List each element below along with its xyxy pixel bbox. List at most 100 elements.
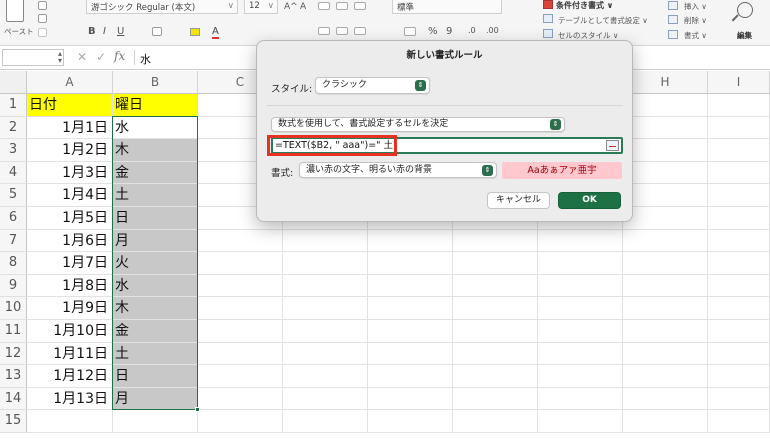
- borders-icon[interactable]: [152, 27, 162, 36]
- cell-d7[interactable]: [283, 229, 368, 253]
- cell-i1[interactable]: [708, 94, 770, 117]
- cell-g13[interactable]: [538, 365, 623, 388]
- delete-cells-button[interactable]: 削除 ∨: [684, 15, 707, 26]
- cell-h7[interactable]: [623, 229, 708, 253]
- column-header-i[interactable]: I: [708, 71, 770, 94]
- cell-e8[interactable]: [368, 252, 453, 275]
- cell-e15[interactable]: [368, 410, 453, 433]
- cell-b10[interactable]: 木: [113, 297, 198, 320]
- row-header-7[interactable]: 7: [0, 229, 27, 253]
- cell-b13[interactable]: 日: [113, 365, 198, 388]
- cell-i10[interactable]: [708, 297, 770, 320]
- cell-a12[interactable]: 1月11日: [27, 342, 113, 366]
- cell-b14[interactable]: 月: [113, 387, 198, 411]
- underline-button[interactable]: U: [117, 26, 124, 37]
- row-header-13[interactable]: 13: [0, 365, 27, 388]
- cancel-button[interactable]: キャンセル: [487, 192, 550, 209]
- cell-c8[interactable]: [198, 252, 283, 275]
- format-as-table-button[interactable]: テーブルとして書式設定 ∨: [558, 15, 648, 26]
- align-left-icon[interactable]: [318, 27, 330, 35]
- editing-label[interactable]: 編集: [737, 30, 752, 41]
- cell-a11[interactable]: 1月10日: [27, 320, 113, 343]
- cell-e13[interactable]: [368, 365, 453, 388]
- cell-g10[interactable]: [538, 297, 623, 320]
- decrease-decimal-button[interactable]: .00: [486, 26, 499, 35]
- cell-f8[interactable]: [453, 252, 538, 275]
- column-header-h[interactable]: H: [623, 71, 708, 94]
- cell-g9[interactable]: [538, 274, 623, 298]
- cell-h1[interactable]: [623, 94, 708, 117]
- cell-e11[interactable]: [368, 320, 453, 343]
- cell-c12[interactable]: [198, 342, 283, 366]
- cell-b6[interactable]: 日: [113, 207, 198, 230]
- align-right-icon[interactable]: [354, 27, 366, 35]
- format-painter-icon[interactable]: [38, 28, 47, 37]
- font-name-select[interactable]: 游ゴシック Regular (本文) ∨: [86, 0, 238, 14]
- name-box[interactable]: [2, 49, 64, 66]
- search-icon[interactable]: [737, 2, 753, 18]
- rule-type-select[interactable]: 数式を使用して、書式設定するセルを決定 ⇕: [271, 117, 565, 132]
- cell-h9[interactable]: [623, 274, 708, 298]
- font-color-icon[interactable]: A: [212, 26, 219, 39]
- column-header-a[interactable]: A: [27, 71, 113, 94]
- cell-h11[interactable]: [623, 320, 708, 343]
- cell-a7[interactable]: 1月6日: [27, 229, 113, 253]
- paste-icon[interactable]: [6, 0, 24, 22]
- ok-button[interactable]: OK: [558, 192, 621, 209]
- cell-g12[interactable]: [538, 342, 623, 366]
- cell-a3[interactable]: 1月2日: [27, 139, 113, 162]
- row-header-12[interactable]: 12: [0, 342, 27, 366]
- style-select[interactable]: クラシック ⇕: [315, 77, 430, 94]
- cell-h15[interactable]: [623, 410, 708, 433]
- cell-i5[interactable]: [708, 184, 770, 207]
- cell-f9[interactable]: [453, 274, 538, 298]
- cell-i7[interactable]: [708, 229, 770, 253]
- currency-icon[interactable]: [404, 27, 416, 36]
- cell-i6[interactable]: [708, 207, 770, 230]
- cell-f7[interactable]: [453, 229, 538, 253]
- italic-button[interactable]: I: [103, 26, 106, 37]
- conditional-formatting-button[interactable]: 条件付き書式 ∨: [556, 0, 613, 11]
- format-select[interactable]: 濃い赤の文字、明るい赤の背景 ⇕: [299, 162, 497, 178]
- name-box-stepper-icon[interactable]: ▴ ▾: [58, 50, 62, 65]
- cell-f11[interactable]: [453, 320, 538, 343]
- cell-c13[interactable]: [198, 365, 283, 388]
- cell-b4[interactable]: 金: [113, 161, 198, 185]
- cell-a2[interactable]: 1月1日: [27, 116, 113, 140]
- cell-e7[interactable]: [368, 229, 453, 253]
- cell-g11[interactable]: [538, 320, 623, 343]
- enter-icon[interactable]: ✓: [96, 50, 106, 64]
- row-header-15[interactable]: 15: [0, 410, 27, 433]
- cell-f12[interactable]: [453, 342, 538, 366]
- align-center-icon[interactable]: [336, 27, 348, 35]
- grow-font-button[interactable]: A^: [284, 2, 298, 12]
- cell-h10[interactable]: [623, 297, 708, 320]
- copy-icon[interactable]: [38, 14, 47, 23]
- cell-h2[interactable]: [623, 116, 708, 140]
- cell-g8[interactable]: [538, 252, 623, 275]
- row-header-14[interactable]: 14: [0, 387, 27, 411]
- cell-d8[interactable]: [283, 252, 368, 275]
- cell-h13[interactable]: [623, 365, 708, 388]
- cell-b9[interactable]: 水: [113, 274, 198, 298]
- align-middle-icon[interactable]: [336, 2, 348, 10]
- cell-a10[interactable]: 1月9日: [27, 297, 113, 320]
- cell-g14[interactable]: [538, 387, 623, 411]
- cell-h12[interactable]: [623, 342, 708, 366]
- shrink-font-button[interactable]: A: [300, 2, 306, 12]
- row-header-8[interactable]: 8: [0, 252, 27, 275]
- row-header-2[interactable]: 2: [0, 116, 27, 140]
- cell-d12[interactable]: [283, 342, 368, 366]
- cell-h14[interactable]: [623, 387, 708, 411]
- cell-a14[interactable]: 1月13日: [27, 387, 113, 411]
- cell-c9[interactable]: [198, 274, 283, 298]
- cell-a5[interactable]: 1月4日: [27, 184, 113, 207]
- row-header-9[interactable]: 9: [0, 274, 27, 298]
- align-top-icon[interactable]: [318, 2, 330, 10]
- cell-e14[interactable]: [368, 387, 453, 411]
- cell-h5[interactable]: [623, 184, 708, 207]
- cell-d15[interactable]: [283, 410, 368, 433]
- row-header-10[interactable]: 10: [0, 297, 27, 320]
- percent-button[interactable]: %: [428, 26, 438, 37]
- cell-a9[interactable]: 1月8日: [27, 274, 113, 298]
